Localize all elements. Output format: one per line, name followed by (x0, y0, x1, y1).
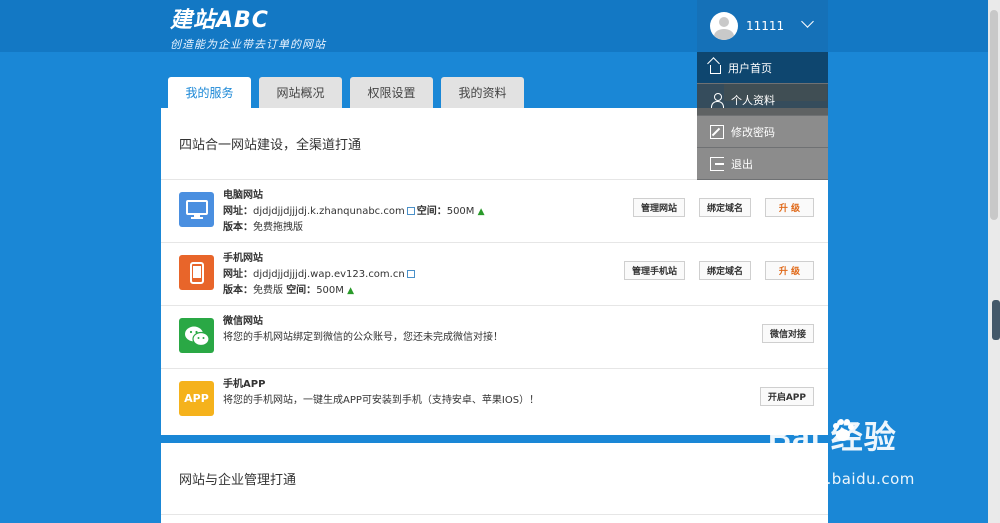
bind-domain-button[interactable]: 绑定域名 (698, 261, 751, 280)
home-icon (710, 65, 721, 74)
app-icon: APP (179, 381, 214, 416)
space-label: 空间： (286, 285, 317, 296)
monitor-icon (179, 192, 214, 227)
manage-site-button[interactable]: 管理网站 (632, 198, 685, 217)
side-handle[interactable] (992, 300, 1000, 340)
arrow-up-icon: ▲ (477, 207, 485, 217)
wechat-connect-button[interactable]: 微信对接 (761, 324, 814, 343)
tab-my-services[interactable]: 我的服务 (168, 77, 251, 108)
watermark-main: Bai 经验 (768, 419, 897, 455)
menu-item-label: 退出 (731, 157, 753, 171)
logout-icon (710, 156, 724, 171)
menu-item-profile[interactable]: 个人资料 (697, 84, 828, 116)
service-row-wechat: 微信网站 将您的手机网站绑定到微信的公众账号，您还未完成微信对接！ 微信对接 (161, 306, 828, 369)
username: 11111 (746, 19, 785, 33)
mobile-phone-icon (179, 255, 214, 290)
external-link-icon[interactable] (406, 207, 415, 215)
scrollbar-thumb[interactable] (990, 10, 998, 220)
menu-item-label: 修改密码 (731, 125, 775, 139)
url-label: 网址： (223, 206, 253, 217)
version-value: 免费拖拽版 (253, 222, 303, 233)
service-row-pc: 电脑网站 网址：djdjdjjdjjjdj.k.zhanqunabc.com 空间… (161, 180, 828, 243)
space-value: 500M (316, 285, 344, 296)
service-row-mobile: 手机网站 网址：djdjdjjdjjjdj.wap.ev123.com.cn 版… (161, 243, 828, 306)
management-panel: 网站与企业管理打通 (161, 443, 828, 523)
site-url-link[interactable]: djdjdjjdjjjdj.k.zhanqunabc.com (253, 206, 405, 217)
service-name: 手机网站 (223, 253, 263, 264)
service-description: 将您的手机网站，一键生成APP可安装到手机（支持安卓、苹果IOS）！ (223, 395, 540, 406)
menu-item-change-password[interactable]: 修改密码 (697, 116, 828, 148)
menu-item-label: 用户首页 (728, 61, 772, 75)
service-row-app: APP 手机APP 将您的手机网站，一键生成APP可安装到手机（支持安卓、苹果I… (161, 369, 828, 432)
service-name: 电脑网站 (223, 190, 263, 201)
external-link-icon[interactable] (406, 270, 415, 278)
tab-my-profile[interactable]: 我的资料 (441, 77, 524, 108)
tab-permissions[interactable]: 权限设置 (350, 77, 433, 108)
menu-item-label: 个人资料 (731, 93, 775, 107)
version-label: 版本： (223, 285, 253, 296)
paw-icon (833, 419, 854, 441)
bind-domain-button[interactable]: 绑定域名 (698, 198, 751, 217)
watermark-sub: jingyan.baidu.com (768, 470, 915, 488)
logo-slogan: 创造能为企业带去订单的网站 (170, 38, 326, 51)
service-name: 手机APP (223, 379, 266, 390)
menu-item-user-home[interactable]: 用户首页 (697, 52, 828, 84)
version-label: 版本： (223, 222, 253, 233)
user-menu-toggle[interactable]: 11111 (697, 0, 828, 52)
mobile-url-link[interactable]: djdjdjjdjjjdj.wap.ev123.com.cn (253, 269, 405, 280)
enable-app-button[interactable]: 开启APP (759, 387, 814, 406)
arrow-up-icon: ▲ (347, 286, 355, 296)
manage-mobile-button[interactable]: 管理手机站 (623, 261, 685, 280)
tab-site-overview[interactable]: 网站概况 (259, 77, 342, 108)
user-icon (710, 92, 724, 108)
avatar (710, 12, 738, 40)
space-label: 空间： (416, 206, 447, 217)
logo-text: 建站ABC (170, 8, 269, 33)
upgrade-button[interactable]: 升 级 (765, 261, 814, 280)
version-value: 免费版 (253, 285, 283, 296)
service-name: 微信网站 (223, 316, 263, 327)
url-label: 网址： (223, 269, 253, 280)
wechat-icon (179, 318, 214, 353)
panel-title: 网站与企业管理打通 (161, 443, 828, 515)
edit-icon (710, 124, 724, 139)
site-logo[interactable]: 建站ABC 创造能为企业带去订单的网站 (170, 8, 326, 52)
chevron-down-icon (801, 15, 814, 28)
service-tabs: 我的服务 网站概况 权限设置 我的资料 (168, 77, 532, 108)
upgrade-button[interactable]: 升 级 (765, 198, 814, 217)
top-header: 建站ABC 创造能为企业带去订单的网站 (0, 0, 988, 52)
menu-item-logout[interactable]: 退出 (697, 148, 828, 180)
space-value: 500M (446, 206, 475, 217)
user-dropdown-menu: 用户首页 个人资料 修改密码 退出 (697, 52, 828, 180)
watermark: Bai 经验 jingyan.baidu.com (768, 412, 948, 507)
service-description: 将您的手机网站绑定到微信的公众账号，您还未完成微信对接！ (223, 332, 503, 343)
